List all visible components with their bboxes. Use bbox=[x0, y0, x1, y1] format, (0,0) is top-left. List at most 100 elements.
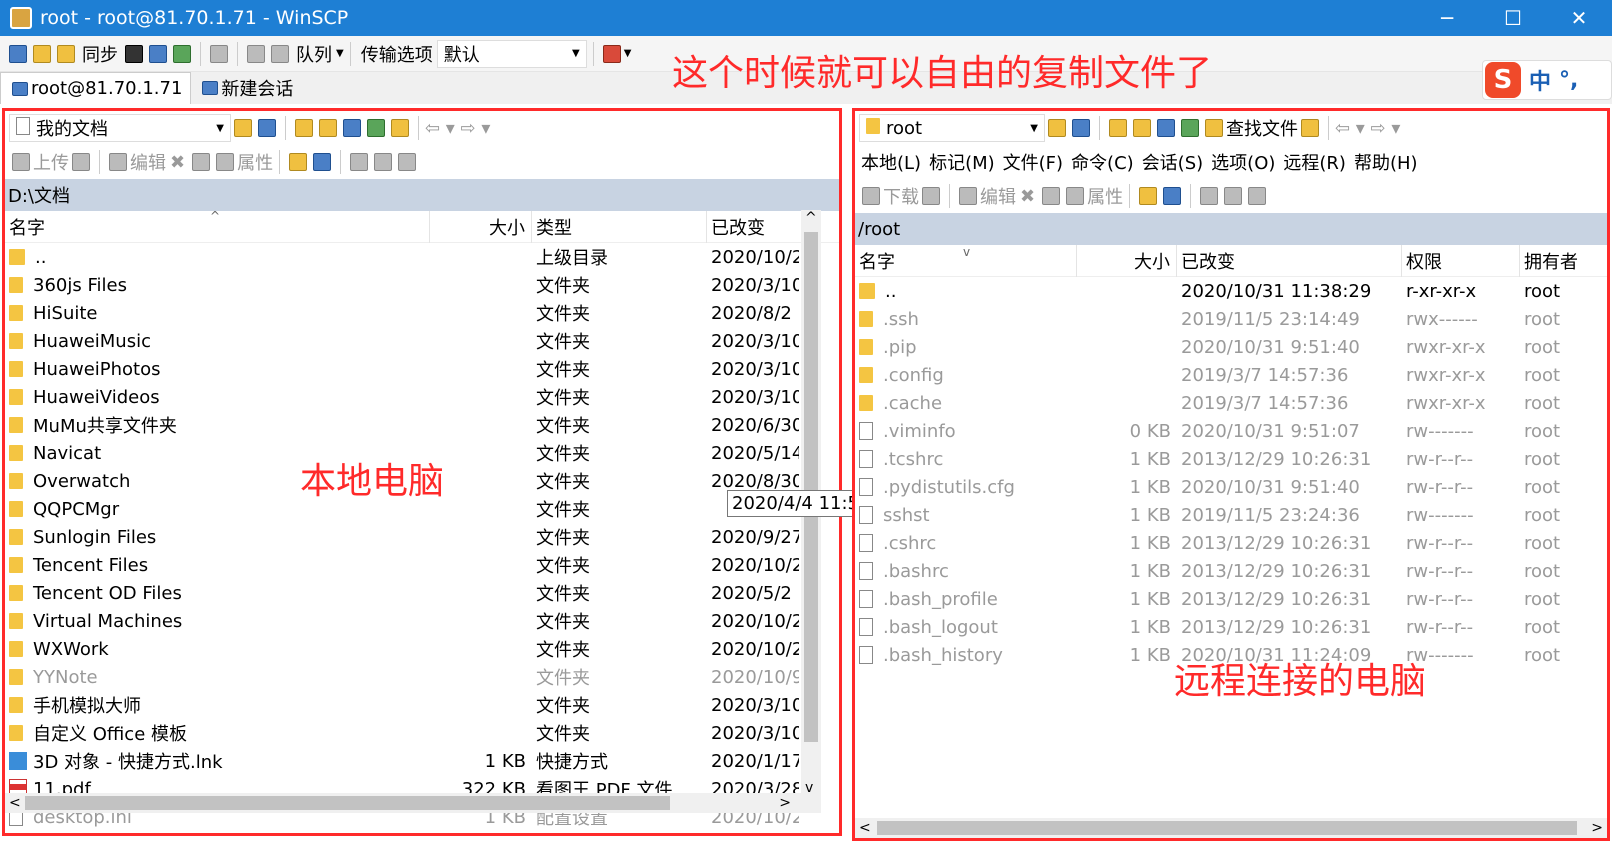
delete-icon[interactable]: ✖ bbox=[1020, 186, 1035, 207]
table-row[interactable]: .ssh 2019/11/5 23:14:49 rwx------ root bbox=[855, 305, 1607, 333]
gear-icon[interactable] bbox=[210, 44, 228, 63]
new-file-icon[interactable] bbox=[1163, 187, 1182, 205]
unselect-icon[interactable] bbox=[374, 153, 393, 171]
table-row[interactable]: .bash_logout 1 KB 2013/12/29 10:26:31 rw-r-… bbox=[855, 613, 1607, 641]
tree-icon[interactable] bbox=[391, 119, 409, 137]
back-icon[interactable]: ⇦ ▾ ⇨ ▾ bbox=[1335, 118, 1400, 139]
properties-button[interactable]: 属性 bbox=[237, 149, 273, 175]
queue-list-icon[interactable] bbox=[271, 44, 289, 63]
home-icon[interactable] bbox=[1157, 119, 1175, 137]
menu-item[interactable]: 选项(O) bbox=[1211, 149, 1275, 175]
table-row[interactable]: HuaweiVideos 文件夹 2020/3/10 bbox=[5, 383, 839, 411]
table-row[interactable]: Virtual Machines 文件夹 2020/10/2 bbox=[5, 607, 839, 635]
table-row[interactable]: .pydistutils.cfg 1 KB 2020/10/31 9:51:40 rw… bbox=[855, 473, 1607, 501]
table-row[interactable]: 手机模拟大师 文件夹 2020/3/10 bbox=[5, 691, 839, 719]
menu-item[interactable]: 命令(C) bbox=[1071, 149, 1134, 175]
new-folder-icon[interactable] bbox=[289, 153, 308, 171]
tab-new-session[interactable]: 新建会话 bbox=[191, 72, 301, 104]
filter-icon[interactable] bbox=[1072, 119, 1090, 137]
putty-icon[interactable] bbox=[149, 44, 167, 63]
select-all-icon[interactable] bbox=[1200, 187, 1219, 205]
remote-location-select[interactable]: root ▼ bbox=[859, 114, 1045, 142]
local-hscroll[interactable]: < > bbox=[5, 793, 821, 813]
table-row[interactable]: MuMu共享文件夹 文件夹 2020/6/30 bbox=[5, 411, 839, 439]
refresh-session-icon[interactable] bbox=[173, 44, 191, 63]
table-row[interactable]: HuaweiPhotos 文件夹 2020/3/10 bbox=[5, 355, 839, 383]
root-dir-icon[interactable] bbox=[319, 119, 337, 137]
table-row[interactable]: HiSuite 文件夹 2020/8/2 bbox=[5, 299, 839, 327]
local-view-icon[interactable] bbox=[9, 44, 27, 63]
new-folder-icon[interactable] bbox=[1139, 187, 1158, 205]
parent-dir-icon[interactable] bbox=[295, 119, 313, 137]
col-owner[interactable]: 拥有者 bbox=[1520, 245, 1600, 277]
rename-icon[interactable] bbox=[192, 153, 211, 171]
col-size[interactable]: 大小 bbox=[430, 210, 532, 243]
queue-icon[interactable] bbox=[247, 44, 265, 63]
maximize-button[interactable]: ☐ bbox=[1480, 0, 1546, 36]
table-row[interactable]: WXWork 文件夹 2020/10/2 bbox=[5, 635, 839, 663]
transfer-settings-icon[interactable] bbox=[602, 44, 621, 63]
properties-button[interactable]: 属性 bbox=[1087, 183, 1123, 209]
table-row[interactable]: HuaweiMusic 文件夹 2020/3/10 bbox=[5, 327, 839, 355]
col-type[interactable]: 类型 bbox=[532, 210, 707, 243]
menu-item[interactable]: 会话(S) bbox=[1142, 149, 1203, 175]
table-row[interactable]: .tcshrc 1 KB 2013/12/29 10:26:31 rw-r--r-- r… bbox=[855, 445, 1607, 473]
sync-button[interactable]: 同步 bbox=[82, 41, 118, 67]
table-row[interactable]: .viminfo 0 KB 2020/10/31 9:51:07 rw------- r… bbox=[855, 417, 1607, 445]
open-dir-icon[interactable] bbox=[1048, 119, 1066, 137]
local-location-select[interactable]: 我的文档 ▼ bbox=[9, 114, 231, 142]
table-row[interactable]: .. 上级目录 2020/10/2 bbox=[5, 243, 839, 271]
table-row[interactable]: Tencent OD Files 文件夹 2020/5/2 bbox=[5, 579, 839, 607]
table-row[interactable]: 3D 对象 - 快捷方式.lnk 1 KB 快捷方式 2020/1/17 bbox=[5, 747, 839, 775]
upload-button[interactable]: 上传 bbox=[33, 149, 69, 175]
table-row[interactable]: YYNote 文件夹 2020/10/9 bbox=[5, 663, 839, 691]
minimize-button[interactable]: ─ bbox=[1414, 0, 1480, 36]
find-files-button[interactable]: 查找文件 bbox=[1226, 115, 1298, 141]
home-icon[interactable] bbox=[343, 119, 361, 137]
select-all-icon[interactable] bbox=[350, 153, 369, 171]
table-row[interactable]: .bash_profile 1 KB 2013/12/29 10:26:31 rw-r… bbox=[855, 585, 1607, 613]
tree-icon[interactable] bbox=[1301, 119, 1319, 137]
compare-dirs-icon[interactable] bbox=[33, 44, 51, 63]
filter-select-icon[interactable] bbox=[398, 153, 417, 171]
table-row[interactable]: .cshrc 1 KB 2013/12/29 10:26:31 rw-r--r-- ro… bbox=[855, 529, 1607, 557]
delete-icon[interactable]: ✖ bbox=[170, 152, 185, 173]
close-button[interactable]: ✕ bbox=[1546, 0, 1612, 36]
filter-select-icon[interactable] bbox=[1248, 187, 1267, 205]
ime-toolbar[interactable]: S 中 °, bbox=[1482, 60, 1612, 100]
open-dir-icon[interactable] bbox=[234, 119, 252, 137]
table-row[interactable]: 360js Files 文件夹 2020/3/10 bbox=[5, 271, 839, 299]
col-changed[interactable]: 已改变 bbox=[1177, 244, 1402, 277]
filter-icon[interactable] bbox=[258, 119, 276, 137]
edit-button[interactable]: 编辑 bbox=[980, 183, 1016, 209]
unselect-icon[interactable] bbox=[1224, 187, 1243, 205]
new-file-icon[interactable] bbox=[313, 153, 332, 171]
table-row[interactable]: .cache 2019/3/7 14:57:36 rwxr-xr-x root bbox=[855, 389, 1607, 417]
menu-item[interactable]: 文件(F) bbox=[1003, 149, 1063, 175]
back-icon[interactable]: ⇦ ▾ ⇨ ▾ bbox=[425, 118, 490, 139]
edit-button[interactable]: 编辑 bbox=[130, 149, 166, 175]
table-row[interactable]: Sunlogin Files 文件夹 2020/9/27 bbox=[5, 523, 839, 551]
download-button[interactable]: 下载 bbox=[883, 183, 919, 209]
refresh-icon[interactable] bbox=[1181, 119, 1199, 137]
remote-hscroll-thumb[interactable] bbox=[877, 821, 1577, 835]
tab-session-root[interactable]: root@81.70.1.71 bbox=[0, 72, 192, 104]
rename-icon[interactable] bbox=[1042, 187, 1061, 205]
menu-item[interactable]: 帮助(H) bbox=[1354, 149, 1418, 175]
remote-hscroll[interactable]: < > bbox=[855, 818, 1607, 838]
table-row[interactable]: .pip 2020/10/31 9:51:40 rwxr-xr-x root bbox=[855, 333, 1607, 361]
table-row[interactable]: .config 2019/3/7 14:57:36 rwxr-xr-x root bbox=[855, 361, 1607, 389]
menu-item[interactable]: 本地(L) bbox=[861, 149, 921, 175]
terminal-icon[interactable] bbox=[125, 44, 143, 63]
col-rights[interactable]: 权限 bbox=[1402, 244, 1520, 277]
local-vscroll-thumb[interactable] bbox=[804, 232, 818, 742]
refresh-icon[interactable] bbox=[367, 119, 385, 137]
col-size[interactable]: 大小 bbox=[1077, 244, 1177, 277]
transfer-preset-select[interactable]: 默认 ▼ bbox=[436, 39, 587, 68]
local-hscroll-thumb[interactable] bbox=[25, 796, 670, 810]
table-row[interactable]: .bashrc 1 KB 2013/12/29 10:26:31 rw-r--r-- r… bbox=[855, 557, 1607, 585]
parent-dir-icon[interactable] bbox=[1109, 119, 1127, 137]
menu-item[interactable]: 标记(M) bbox=[929, 149, 995, 175]
table-row[interactable]: sshst 1 KB 2019/11/5 23:24:36 rw------- root bbox=[855, 501, 1607, 529]
table-row[interactable]: 自定义 Office 模板 文件夹 2020/3/10 bbox=[5, 719, 839, 747]
